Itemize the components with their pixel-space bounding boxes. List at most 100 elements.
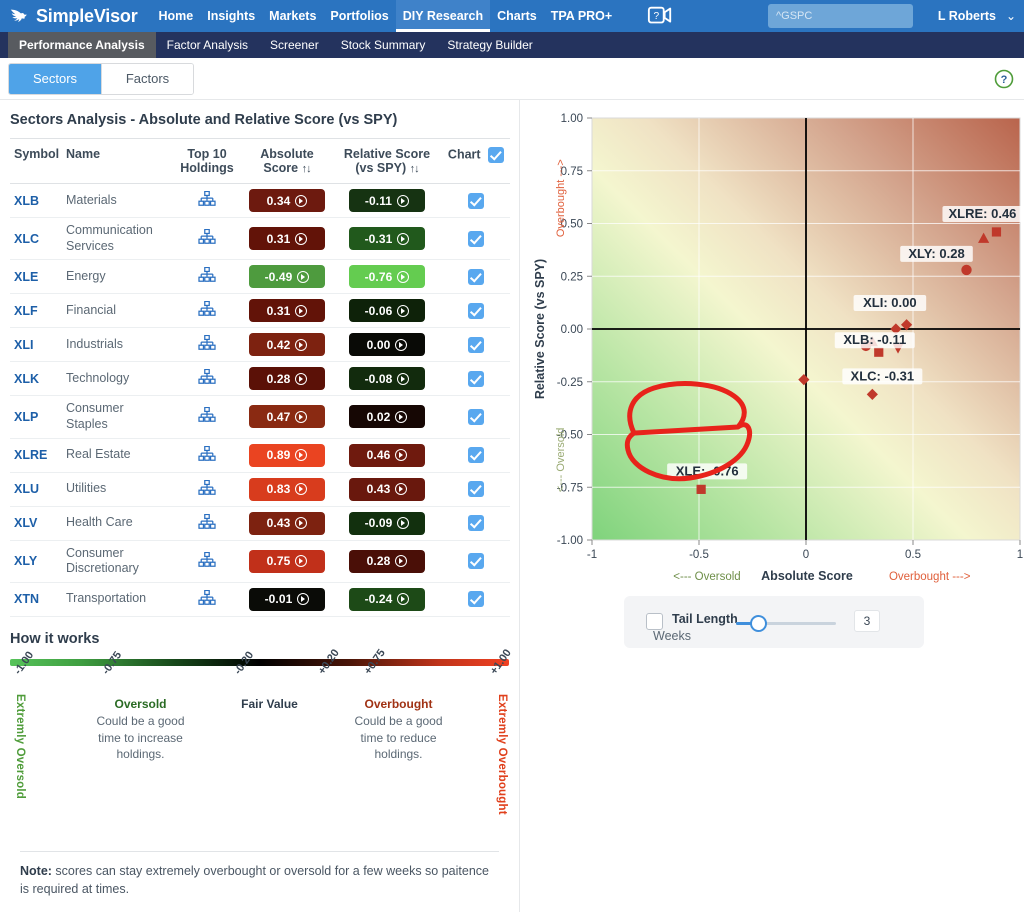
row-holdings-cell[interactable] bbox=[172, 582, 242, 617]
absolute-score-badge[interactable]: -0.01 bbox=[249, 587, 325, 611]
detail-arrow-icon[interactable] bbox=[397, 304, 410, 317]
table-row[interactable]: XLB Materials 0.34 -0.11 bbox=[10, 183, 510, 218]
sort-icon-absolute[interactable]: ↑↓ bbox=[302, 163, 312, 175]
table-row[interactable]: XLY Consumer Discretionary 0.75 0.28 bbox=[10, 540, 510, 583]
table-row[interactable]: XLC Communication Services 0.31 -0.31 bbox=[10, 217, 510, 261]
col-name[interactable]: Name bbox=[62, 138, 172, 184]
scatter-point[interactable] bbox=[961, 264, 972, 276]
org-chart-icon[interactable] bbox=[198, 407, 216, 423]
table-row[interactable]: XLK Technology 0.28 -0.08 bbox=[10, 361, 510, 397]
row-chart-checkbox[interactable] bbox=[468, 302, 484, 319]
detail-arrow-icon[interactable] bbox=[295, 338, 308, 351]
scatter-point[interactable] bbox=[874, 347, 884, 357]
row-symbol[interactable]: XLP bbox=[10, 395, 62, 439]
row-symbol[interactable]: XLC bbox=[10, 217, 62, 261]
row-holdings-cell[interactable] bbox=[172, 327, 242, 363]
tail-length-slider-knob[interactable] bbox=[750, 615, 767, 632]
relative-score-badge[interactable]: -0.09 bbox=[349, 511, 425, 535]
relative-score-badge[interactable]: 0.28 bbox=[349, 549, 425, 573]
relative-score-badge[interactable]: -0.24 bbox=[349, 587, 425, 611]
scatter-chart-svg[interactable]: 1.000.750.500.250.00-0.25-0.50-0.75-1.00… bbox=[520, 100, 1024, 600]
detail-arrow-icon[interactable] bbox=[397, 517, 410, 529]
table-row[interactable]: XLU Utilities 0.83 0.43 bbox=[10, 472, 510, 507]
detail-arrow-icon[interactable] bbox=[395, 449, 408, 461]
detail-arrow-icon[interactable] bbox=[297, 593, 310, 606]
row-holdings-cell[interactable] bbox=[172, 361, 242, 397]
row-chart-checkbox[interactable] bbox=[468, 481, 484, 497]
scatter-chart[interactable]: 1.00 0.75 0.50 0.25 0.00 -0.25 -0.50 -0.75 -1.00… bbox=[520, 100, 1024, 600]
chevron-down-icon[interactable]: ⌄ bbox=[1006, 0, 1016, 32]
col-relative-score[interactable]: Relative Score (vs SPY) ↑↓ bbox=[332, 138, 442, 184]
relative-score-badge[interactable]: -0.11 bbox=[349, 189, 425, 212]
subnav-strategy-builder[interactable]: Strategy Builder bbox=[436, 32, 543, 58]
detail-arrow-icon[interactable] bbox=[295, 304, 308, 317]
row-holdings-cell[interactable] bbox=[172, 183, 242, 218]
subnav-factor-analysis[interactable]: Factor Analysis bbox=[156, 32, 259, 58]
table-row[interactable]: XLP Consumer Staples 0.47 0.02 bbox=[10, 395, 510, 439]
row-chart-checkbox[interactable] bbox=[468, 268, 484, 285]
nav-portfolios[interactable]: Portfolios bbox=[323, 0, 395, 32]
nav-charts[interactable]: Charts bbox=[490, 0, 544, 32]
relative-score-badge[interactable]: 0.00 bbox=[349, 333, 425, 357]
table-row[interactable]: XLRE Real Estate 0.89 0.46 bbox=[10, 438, 510, 473]
row-chart-checkbox[interactable] bbox=[468, 553, 484, 570]
row-holdings-cell[interactable] bbox=[172, 472, 242, 507]
row-holdings-cell[interactable] bbox=[172, 259, 242, 295]
detail-arrow-icon[interactable] bbox=[395, 410, 408, 423]
absolute-score-badge[interactable]: 0.47 bbox=[249, 405, 325, 429]
scatter-point[interactable] bbox=[696, 484, 706, 494]
org-chart-icon[interactable] bbox=[198, 228, 216, 245]
detail-arrow-icon[interactable] bbox=[295, 194, 308, 207]
row-chart-checkbox[interactable] bbox=[468, 515, 484, 531]
help-video-icon[interactable]: ? bbox=[647, 4, 673, 28]
sort-icon-relative[interactable]: ↑↓ bbox=[410, 163, 420, 175]
detail-arrow-icon[interactable] bbox=[397, 232, 410, 245]
absolute-score-badge[interactable]: 0.75 bbox=[249, 549, 325, 573]
relative-score-badge[interactable]: -0.31 bbox=[349, 227, 425, 251]
col-absolute-score[interactable]: Absolute Score ↑↓ bbox=[242, 138, 332, 184]
detail-arrow-icon[interactable] bbox=[397, 372, 410, 385]
relative-score-badge[interactable]: -0.06 bbox=[349, 299, 425, 323]
row-chart-checkbox[interactable] bbox=[468, 447, 484, 463]
absolute-score-badge[interactable]: 0.89 bbox=[249, 443, 325, 467]
org-chart-icon[interactable] bbox=[198, 301, 216, 317]
row-symbol[interactable]: XLY bbox=[10, 540, 62, 583]
detail-arrow-icon[interactable] bbox=[397, 593, 410, 606]
row-symbol[interactable]: XLK bbox=[10, 361, 62, 397]
detail-arrow-icon[interactable] bbox=[397, 270, 410, 283]
detail-arrow-icon[interactable] bbox=[295, 410, 308, 423]
row-symbol[interactable]: XTN bbox=[10, 582, 62, 617]
table-row[interactable]: XLE Energy -0.49 -0.76 bbox=[10, 259, 510, 295]
row-symbol[interactable]: XLI bbox=[10, 327, 62, 363]
relative-score-badge[interactable]: 0.46 bbox=[349, 443, 425, 467]
ticker-search-input[interactable] bbox=[768, 4, 913, 28]
row-symbol[interactable]: XLB bbox=[10, 183, 62, 218]
detail-arrow-icon[interactable] bbox=[295, 449, 308, 461]
user-menu[interactable]: L Roberts bbox=[938, 0, 996, 32]
brand-logo[interactable]: SimpleVisor bbox=[8, 5, 138, 27]
org-chart-icon[interactable] bbox=[198, 445, 216, 462]
org-chart-icon[interactable] bbox=[198, 190, 216, 207]
detail-arrow-icon[interactable] bbox=[295, 555, 308, 568]
row-symbol[interactable]: XLRE bbox=[10, 438, 62, 473]
detail-arrow-icon[interactable] bbox=[395, 338, 408, 351]
nav-markets[interactable]: Markets bbox=[262, 0, 323, 32]
scatter-point[interactable] bbox=[991, 227, 1002, 237]
table-row[interactable]: XLF Financial 0.31 -0.06 bbox=[10, 293, 510, 329]
detail-arrow-icon[interactable] bbox=[295, 372, 308, 385]
tab-sectors[interactable]: Sectors bbox=[9, 63, 101, 94]
subnav-screener[interactable]: Screener bbox=[259, 32, 330, 58]
detail-arrow-icon[interactable] bbox=[397, 194, 410, 207]
row-holdings-cell[interactable] bbox=[172, 293, 242, 329]
org-chart-icon[interactable] bbox=[198, 589, 216, 606]
nav-home[interactable]: Home bbox=[152, 0, 201, 32]
chart-select-all-checkbox[interactable] bbox=[488, 147, 505, 163]
table-row[interactable]: XLI Industrials 0.42 0.00 bbox=[10, 327, 510, 363]
row-chart-checkbox[interactable] bbox=[468, 408, 484, 425]
nav-tpa-pro[interactable]: TPA PRO+ bbox=[544, 0, 619, 32]
row-holdings-cell[interactable] bbox=[172, 540, 242, 583]
row-symbol[interactable]: XLE bbox=[10, 259, 62, 295]
col-top10-holdings[interactable]: Top 10 Holdings bbox=[172, 138, 242, 184]
row-symbol[interactable]: XLF bbox=[10, 293, 62, 329]
detail-arrow-icon[interactable] bbox=[297, 270, 310, 283]
